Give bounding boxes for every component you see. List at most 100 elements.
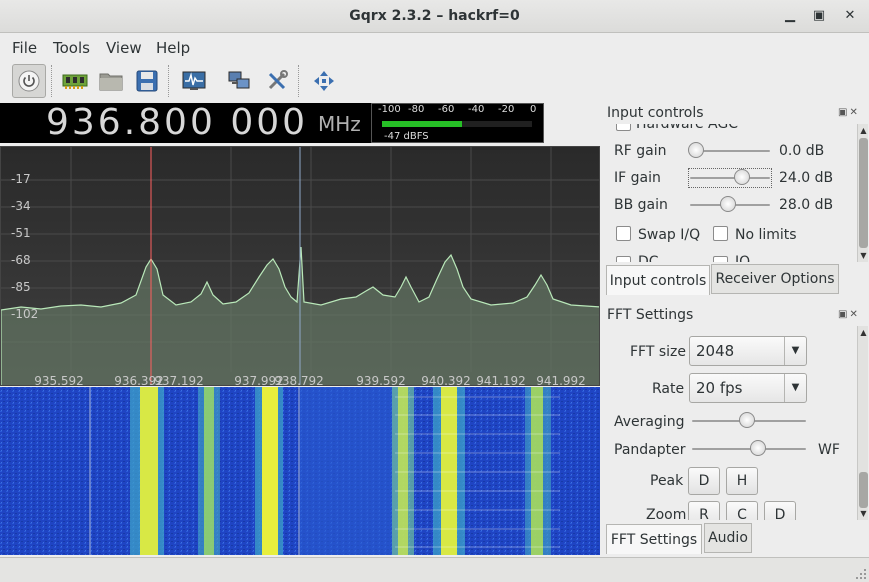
if-gain-slider[interactable] [690, 177, 770, 179]
rate-label: Rate [652, 381, 685, 397]
zoom-label: Zoom [646, 507, 687, 520]
spectrum-plot[interactable]: -17 -34 -51 -68 -85 -102 935.592 936.392… [0, 146, 600, 386]
spectrum-svg [1, 147, 599, 385]
tab-input-controls[interactable]: Input controls [606, 265, 710, 295]
scroll-down-arrow[interactable]: ▼ [858, 509, 869, 518]
scroll-down-arrow[interactable]: ▼ [858, 251, 869, 260]
rf-gain-handle[interactable] [688, 142, 704, 158]
if-gain-label: IF gain [614, 170, 661, 186]
scroll-up-arrow[interactable]: ▲ [858, 126, 869, 135]
gqrx-window: Gqrx 2.3.2 – hackrf=0 ▁ ▣ ✕ File Tools V… [0, 0, 869, 582]
tools-icon [268, 70, 288, 90]
fft-settings-panel: FFT size 2048 ▼ Rate 20 fps ▼ Averaging … [606, 326, 856, 520]
full-screen-button[interactable] [307, 64, 341, 98]
tab-fft-settings[interactable]: FFT Settings [606, 524, 702, 554]
pandapter-wf-slider[interactable] [692, 448, 806, 450]
if-gain-value: 24.0 dB [779, 170, 834, 186]
swap-iq-label: Swap I/Q [638, 227, 701, 243]
y-tick: -102 [11, 307, 39, 321]
dc-remove-label: DC [638, 254, 659, 262]
peak-label: Peak [650, 473, 684, 489]
dock-float-close-icons[interactable]: ▣✕ [838, 107, 860, 118]
hardware-agc-checkbox[interactable] [616, 124, 631, 131]
menu-file[interactable]: File [12, 39, 37, 57]
menu-bar: File Tools View Help [0, 33, 869, 61]
y-tick: -34 [11, 199, 31, 213]
if-gain-handle[interactable] [734, 169, 750, 185]
y-tick: -51 [11, 226, 31, 240]
chevron-down-icon: ▼ [784, 374, 806, 402]
toolbar-separator [168, 65, 169, 97]
minimize-button[interactable]: ▁ [779, 6, 801, 26]
fft-size-value: 2048 [696, 342, 735, 360]
fft-view-button[interactable] [177, 64, 211, 98]
fft-settings-scrollbar[interactable]: ▲ ▼ [857, 326, 868, 520]
toolbar-separator [51, 65, 52, 97]
peak-detect-button[interactable]: D [688, 467, 720, 495]
dc-remove-checkbox[interactable] [616, 256, 631, 262]
toolbar-separator [298, 65, 299, 97]
power-button[interactable] [12, 64, 46, 98]
hardware-icon [62, 74, 88, 89]
x-tick: 935.592 [34, 374, 84, 386]
scroll-thumb[interactable] [859, 138, 868, 248]
iq-balance-checkbox[interactable] [713, 256, 728, 262]
hardware-agc-label: Hardware AGC [636, 124, 738, 132]
remote-control-button[interactable] [222, 64, 256, 98]
tab-receiver-options[interactable]: Receiver Options [711, 264, 839, 294]
close-button[interactable]: ✕ [839, 6, 861, 26]
frequency-display[interactable]: 936.800 000 MHz [0, 103, 371, 143]
peak-hold-button[interactable]: H [726, 467, 758, 495]
frequency-unit: MHz [318, 112, 361, 136]
averaging-label: Averaging [614, 414, 685, 430]
signal-meter: -100 -80 -60 -40 -20 0 -47 dBFS [371, 103, 544, 143]
swap-iq-checkbox[interactable] [616, 226, 631, 241]
meter-tick: -100 [378, 104, 401, 115]
zoom-center-button[interactable]: C [726, 501, 758, 520]
save-icon [136, 70, 158, 92]
pandapter-label: Pandapter [614, 442, 686, 458]
bb-gain-handle[interactable] [720, 196, 736, 212]
tab-audio[interactable]: Audio [704, 523, 752, 553]
pandapter-wf-handle[interactable] [750, 440, 766, 456]
maximize-button[interactable]: ▣ [808, 6, 830, 26]
window-title: Gqrx 2.3.2 – hackrf=0 [349, 8, 520, 24]
meter-tick: -60 [438, 104, 455, 115]
menu-help[interactable]: Help [156, 39, 190, 57]
no-limits-checkbox[interactable] [713, 226, 728, 241]
x-tick: 939.592 [356, 374, 406, 386]
zoom-demod-button[interactable]: D [764, 501, 796, 520]
menu-tools[interactable]: Tools [53, 39, 90, 57]
meter-tick: 0 [530, 104, 537, 115]
waterfall-display[interactable] [0, 387, 600, 555]
settings-tools-button[interactable] [260, 64, 294, 98]
x-tick: 938.792 [274, 374, 324, 386]
meter-tick: -40 [468, 104, 485, 115]
menu-view[interactable]: View [106, 39, 142, 57]
title-bar: Gqrx 2.3.2 – hackrf=0 ▁ ▣ ✕ [0, 0, 869, 33]
scroll-up-arrow[interactable]: ▲ [858, 328, 869, 337]
zoom-reset-button[interactable]: R [688, 501, 720, 520]
input-controls-title: Input controls [607, 105, 704, 121]
fft-size-label: FFT size [630, 344, 687, 360]
input-controls-scrollbar[interactable]: ▲ ▼ [857, 124, 868, 262]
load-settings-button[interactable] [94, 64, 128, 98]
toolbar [0, 61, 869, 103]
meter-bar [382, 121, 532, 127]
fft-icon [182, 71, 206, 90]
frequency-value[interactable]: 936.800 000 [46, 103, 308, 143]
fft-settings-title: FFT Settings [607, 307, 694, 323]
move-icon [314, 71, 334, 91]
averaging-handle[interactable] [739, 412, 755, 428]
meter-level [382, 121, 462, 127]
power-icon [18, 70, 40, 92]
scroll-thumb[interactable] [859, 472, 868, 508]
no-limits-label: No limits [735, 227, 797, 243]
resize-grip-icon[interactable] [855, 568, 867, 580]
meter-tick: -20 [498, 104, 515, 115]
io-devices-button[interactable] [58, 64, 92, 98]
save-settings-button[interactable] [130, 64, 164, 98]
rate-select[interactable]: 20 fps ▼ [689, 373, 807, 403]
fft-size-select[interactable]: 2048 ▼ [689, 336, 807, 366]
dock-float-close-icons[interactable]: ▣✕ [838, 309, 860, 320]
